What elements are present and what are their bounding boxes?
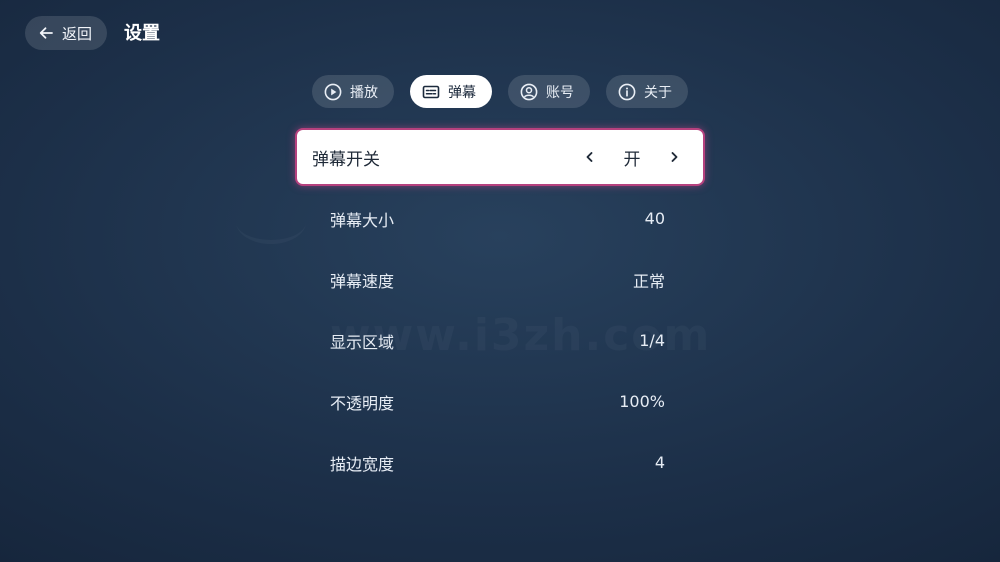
- back-button[interactable]: 返回: [25, 16, 107, 50]
- setting-danmaku-toggle[interactable]: 弹幕开关 开: [297, 130, 703, 184]
- tab-play-label: 播放: [350, 84, 378, 101]
- setting-label: 显示区域: [330, 332, 395, 352]
- tab-danmaku[interactable]: 弹幕: [410, 75, 492, 108]
- tab-danmaku-label: 弹幕: [448, 84, 476, 101]
- tab-about[interactable]: 关于: [606, 75, 688, 108]
- setting-display-area[interactable]: 显示区域 1/4: [297, 310, 703, 371]
- tab-play[interactable]: 播放: [312, 75, 394, 108]
- tab-account-label: 账号: [546, 84, 574, 101]
- account-circle-icon: [520, 83, 538, 100]
- setting-value: 1/4: [639, 331, 665, 350]
- watermark-swoosh: [236, 200, 306, 244]
- setting-label: 弹幕速度: [330, 271, 395, 291]
- play-circle-icon: [324, 83, 342, 100]
- arrow-left-icon: [39, 27, 53, 39]
- back-button-label: 返回: [62, 24, 93, 43]
- setting-value: 4: [654, 453, 665, 472]
- page-title: 设置: [124, 23, 160, 44]
- setting-label: 不透明度: [330, 393, 395, 413]
- setting-danmaku-speed[interactable]: 弹幕速度 正常: [297, 249, 703, 310]
- tab-account[interactable]: 账号: [508, 75, 590, 108]
- setting-stroke-width[interactable]: 描边宽度 4: [297, 432, 703, 493]
- chevron-left-icon[interactable]: [583, 150, 597, 164]
- setting-opacity[interactable]: 不透明度 100%: [297, 371, 703, 432]
- value-selector: 开: [583, 145, 681, 170]
- chevron-right-icon[interactable]: [667, 150, 681, 164]
- setting-value: 100%: [619, 392, 665, 411]
- subtitles-icon: [422, 85, 440, 98]
- setting-danmaku-size[interactable]: 弹幕大小 40: [297, 188, 703, 249]
- tab-about-label: 关于: [644, 84, 672, 101]
- setting-value: 正常: [632, 271, 665, 291]
- setting-label: 描边宽度: [330, 454, 395, 474]
- info-icon: [618, 83, 636, 100]
- setting-label: 弹幕大小: [330, 210, 395, 230]
- setting-value: 开: [623, 149, 641, 170]
- danmaku-settings-list: 弹幕开关 开 弹幕大小 40 弹幕速度 正常 显示区域 1/4 不透明度 100…: [297, 130, 703, 493]
- settings-tabs: 播放 弹幕 账号 关于: [312, 75, 688, 108]
- setting-value: 40: [644, 209, 665, 228]
- setting-label: 弹幕开关: [312, 149, 380, 170]
